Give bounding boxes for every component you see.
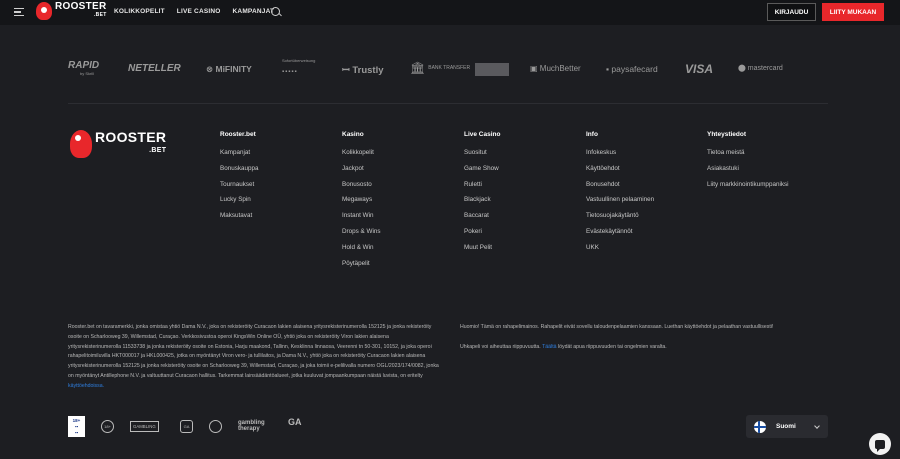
gambling-therapy-badge[interactable]: gambling therapy: [238, 420, 274, 432]
payment-methods-row: RAPID by Skrill NETELLER ⊗ MiFINITY Sofo…: [68, 58, 828, 82]
footer-link[interactable]: Bonusosto: [342, 181, 381, 197]
footer-logo-suffix: .BET: [149, 147, 167, 154]
footer-divider: [68, 103, 828, 104]
footer-link[interactable]: Bonusehdot: [586, 181, 654, 197]
footer-link[interactable]: Lucky Spin: [220, 196, 259, 212]
footer-link[interactable]: UKK: [586, 244, 654, 260]
responsible-gaming-notice: Huomio! Tämä on rahapelimainos. Rahapeli…: [460, 323, 830, 363]
column-title: Info: [586, 131, 598, 138]
footer-link[interactable]: Pokeri: [464, 228, 500, 244]
finland-flag-icon: [754, 420, 766, 433]
footer-link[interactable]: Tietosuojakäytäntö: [586, 212, 654, 228]
help-link[interactable]: Täältä: [542, 344, 556, 350]
footer-link[interactable]: Infokeskus: [586, 149, 654, 165]
notice-ad-warning: Huomio! Tämä on rahapelimainos. Rahapeli…: [460, 324, 774, 330]
site-logo[interactable]: ROOSTER .BET: [36, 2, 107, 20]
trustly-logo: ꟷ Trustly: [342, 65, 384, 76]
gamblers-anonymous-badge[interactable]: GA: [288, 418, 302, 427]
footer-link[interactable]: Drops & Wins: [342, 228, 381, 244]
footer-link[interactable]: Game Show: [464, 165, 500, 181]
muchbetter-logo: ▣ MuchBetter: [530, 64, 581, 73]
footer-link[interactable]: Asiakastuki: [707, 165, 789, 181]
gambling-circle-badge[interactable]: [209, 420, 222, 433]
hamburger-menu-icon[interactable]: [14, 8, 24, 17]
footer-link[interactable]: Jackpot: [342, 165, 381, 181]
footer-link[interactable]: Ruletti: [464, 181, 500, 197]
footer-logo-name: ROOSTER: [95, 129, 167, 145]
nav-live-casino[interactable]: LIVE CASINO: [177, 8, 221, 15]
footer-link[interactable]: Megaways: [342, 196, 381, 212]
login-button[interactable]: KIRJAUDU: [767, 3, 816, 21]
footer-link[interactable]: Vastuullinen pelaaminen: [586, 196, 654, 212]
footer-link[interactable]: Suositut: [464, 149, 500, 165]
card-logo: [475, 63, 509, 76]
top-header: ROOSTER .BET KOLIKKOPELIT LIVE CASINO KA…: [0, 0, 900, 25]
footer-logo[interactable]: ROOSTER .BET: [70, 130, 166, 158]
footer-link[interactable]: Kampanjat: [220, 149, 259, 165]
footer-col-contact: Yhteystiedot Tietoa meistä Asiakastuki L…: [707, 131, 789, 196]
join-button[interactable]: LIITY MUKAAN: [822, 3, 884, 21]
footer-link[interactable]: Tietoa meistä: [707, 149, 789, 165]
age-circle-badge[interactable]: 18+: [101, 420, 114, 433]
gambling-commission-badge[interactable]: GAMBLING: [130, 421, 159, 432]
footer-col-live-casino: Live Casino Suositut Game Show Ruletti B…: [464, 131, 500, 260]
sofort-logo: Sofortüberweisung ▪▪▪▪▪: [282, 58, 316, 75]
footer-link[interactable]: Kolikkopelit: [342, 149, 381, 165]
footer-link[interactable]: Käyttöehdot: [586, 165, 654, 181]
rooster-logo-icon: [70, 130, 92, 158]
footer-col-info: Info Infokeskus Käyttöehdot Bonusehdot V…: [586, 131, 654, 260]
footer-link[interactable]: Bonuskauppa: [220, 165, 259, 181]
language-selector[interactable]: Suomi: [746, 415, 828, 438]
main-nav: KOLIKKOPELIT LIVE CASINO KAMPANJAT: [114, 8, 274, 15]
terms-link[interactable]: käyttöehdoissa.: [68, 383, 104, 389]
footer-link[interactable]: Tournaukset: [220, 181, 259, 197]
footer-link[interactable]: Evästekäytännöt: [586, 228, 654, 244]
mifinity-logo: ⊗ MiFINITY: [206, 64, 252, 74]
footer-col-rooster: Rooster.bet Kampanjat Bonuskauppa Tourna…: [220, 131, 259, 228]
visa-logo: VISA: [685, 62, 714, 76]
footer-link[interactable]: Muut Pelit: [464, 244, 500, 260]
footer-link[interactable]: Maksutavat: [220, 212, 259, 228]
chat-button[interactable]: [869, 433, 891, 455]
column-title: Kasino: [342, 131, 364, 138]
footer-link[interactable]: Liity markkinointikumppaniksi: [707, 181, 789, 197]
footer-col-kasino: Kasino Kolikkopelit Jackpot Bonusosto Me…: [342, 131, 381, 275]
paysafecard-logo: ▪ paysafecard: [606, 64, 658, 74]
age-18-badge[interactable]: 18+ ▪▪ ▪▪: [68, 416, 85, 437]
logo-suffix: .BET: [93, 12, 107, 18]
footer-link[interactable]: Hold & Win: [342, 244, 381, 260]
chat-bubble-icon: [875, 439, 885, 452]
language-label: Suomi: [776, 423, 796, 430]
column-title: Live Casino: [464, 131, 501, 138]
rapid-transfer-logo: RAPID by Skrill: [68, 60, 100, 76]
gamcare-badge[interactable]: GA: [180, 420, 193, 433]
legal-text: Rooster.bet on tavaramerkki, jonka omist…: [68, 324, 439, 389]
nav-kampanjat[interactable]: KAMPANJAT: [233, 8, 275, 15]
footer-link[interactable]: Baccarat: [464, 212, 500, 228]
bank-transfer-logo: 🏛 BANK TRANSFER: [410, 61, 471, 75]
neteller-logo: NETELLER: [128, 63, 181, 74]
column-title: Yhteystiedot: [707, 131, 747, 138]
chevron-down-icon: [814, 423, 820, 429]
rooster-logo-icon: [36, 2, 52, 20]
footer-link[interactable]: Pöytäpelit: [342, 260, 381, 276]
footer-link[interactable]: Blackjack: [464, 196, 500, 212]
column-title: Rooster.bet: [220, 131, 256, 138]
footer-link[interactable]: Instant Win: [342, 212, 381, 228]
nav-kolikkopelit[interactable]: KOLIKKOPELIT: [114, 8, 165, 15]
search-icon[interactable]: [271, 7, 280, 16]
mastercard-logo: ⬤ mastercard: [738, 65, 783, 72]
